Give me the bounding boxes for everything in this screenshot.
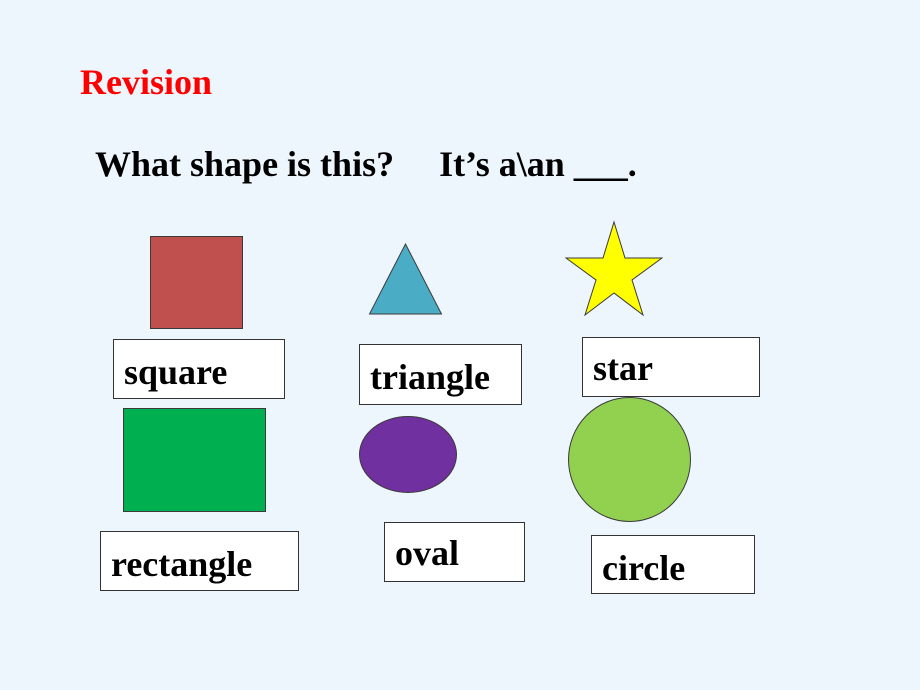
star-shape: [565, 220, 663, 316]
label-triangle[interactable]: triangle: [359, 344, 522, 405]
label-star-text: star: [593, 348, 653, 388]
label-triangle-text: triangle: [370, 357, 490, 397]
label-circle-text: circle: [602, 548, 686, 588]
triangle-shape: [368, 243, 443, 315]
label-square[interactable]: square: [113, 339, 285, 399]
label-rectangle-text: rectangle: [111, 544, 253, 584]
label-square-text: square: [124, 352, 228, 392]
circle-shape: [568, 397, 691, 522]
square-shape: [150, 236, 243, 329]
label-circle[interactable]: circle: [591, 535, 755, 594]
question-text: What shape is this? It’s a\an ___.: [95, 144, 637, 184]
label-oval-text: oval: [395, 533, 460, 573]
rectangle-shape: [123, 408, 266, 512]
label-rectangle[interactable]: rectangle: [100, 531, 299, 591]
oval-shape: [359, 416, 457, 493]
label-star[interactable]: star: [582, 337, 760, 397]
slide-title: Revision: [80, 62, 213, 102]
label-oval[interactable]: oval: [384, 522, 525, 582]
